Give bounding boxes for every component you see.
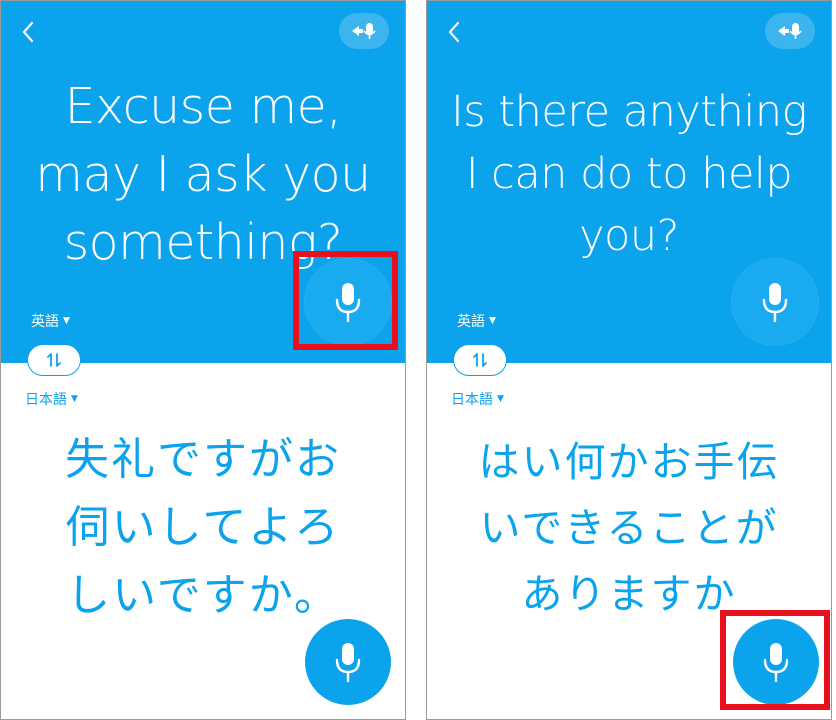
translated-line: 伺いしてよろ (65, 502, 341, 553)
mic-arrow-icon (352, 23, 376, 39)
swap-languages-button[interactable] (27, 344, 81, 376)
back-chevron-icon (448, 21, 460, 43)
source-mic-button[interactable] (732, 259, 818, 345)
swap-languages-button[interactable] (453, 344, 507, 376)
swap-arrows-icon (473, 353, 487, 367)
translated-line: ありますか (521, 570, 737, 618)
target-mic-button[interactable] (733, 619, 819, 705)
translator-screen-left: Excuse me, may I ask you something? 英語 ▼… (0, 0, 406, 720)
source-language-selector[interactable]: 英語 ▼ (457, 311, 496, 331)
back-chevron-icon (22, 21, 34, 43)
source-text: Excuse me, may I ask you something? (1, 73, 405, 277)
source-area: Is there anything I can do to help you? … (427, 1, 831, 363)
mic-arrow-icon (778, 23, 802, 39)
microphone-icon (763, 643, 789, 683)
source-mic-button[interactable] (305, 259, 391, 345)
conversation-mode-button[interactable] (765, 13, 815, 49)
dropdown-caret-icon: ▼ (71, 394, 78, 404)
target-language-label: 日本語 (451, 392, 493, 408)
target-mic-button[interactable] (305, 619, 391, 705)
translator-screen-right: Is there anything I can do to help you? … (426, 0, 832, 720)
target-language-selector[interactable]: 日本語 ▼ (25, 389, 78, 409)
microphone-icon (335, 643, 361, 683)
microphone-icon (762, 283, 788, 323)
back-button[interactable] (443, 19, 465, 45)
dropdown-caret-icon: ▼ (63, 316, 70, 326)
target-language-selector[interactable]: 日本語 ▼ (451, 389, 504, 409)
translated-line: はい何かお手伝 (478, 438, 780, 486)
source-line: I can do to help (465, 149, 793, 199)
swap-arrows-icon (47, 353, 61, 367)
microphone-icon (335, 283, 361, 323)
translated-line: いできることが (479, 504, 779, 552)
source-line: you? (579, 211, 679, 261)
source-area: Excuse me, may I ask you something? 英語 ▼ (1, 1, 405, 363)
dropdown-caret-icon: ▼ (489, 316, 496, 326)
translated-line: 失礼ですがお (65, 434, 341, 485)
translated-text: 失礼ですがお 伺いしてよろ しいですか。 (1, 426, 405, 630)
back-button[interactable] (17, 19, 39, 45)
source-language-label: 英語 (457, 314, 485, 330)
source-language-selector[interactable]: 英語 ▼ (31, 311, 70, 331)
dropdown-caret-icon: ▼ (497, 394, 504, 404)
source-line: Is there anything (451, 87, 807, 137)
conversation-mode-button[interactable] (339, 13, 389, 49)
source-language-label: 英語 (31, 314, 59, 330)
source-line: may I ask you (35, 146, 371, 203)
source-line: Excuse me, (64, 78, 342, 135)
target-language-label: 日本語 (25, 392, 67, 408)
translated-text: はい何かお手伝 いできることが ありますか (427, 429, 831, 627)
source-text: Is there anything I can do to help you? (427, 81, 831, 267)
